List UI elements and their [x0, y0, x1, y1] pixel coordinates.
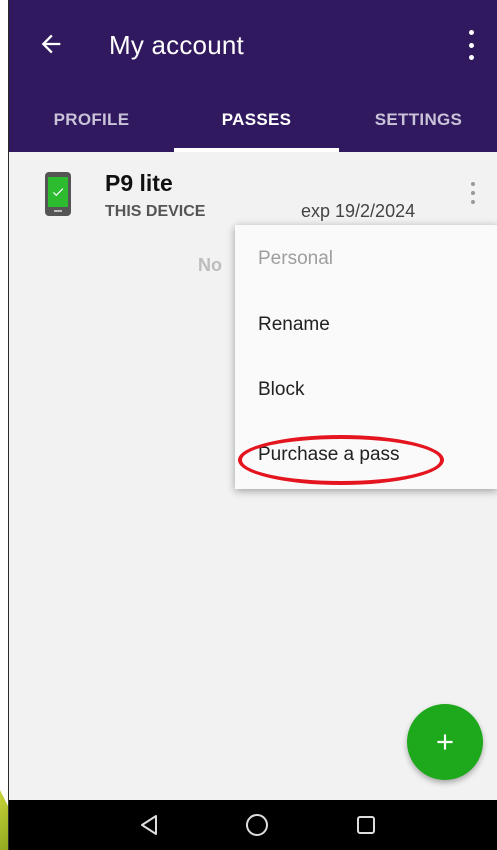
more-vertical-icon[interactable] [470, 182, 476, 204]
phone-screen: My account PROFILE PASSES SETTINGS P9 li… [8, 0, 497, 850]
device-pass-row[interactable]: P9 lite THIS DEVICE exp 19/2/2024 [9, 152, 497, 232]
tab-bar: PROFILE PASSES SETTINGS [9, 98, 497, 152]
menu-item-block[interactable]: Block [258, 379, 304, 401]
popup-menu: Personal Rename Block Purchase a pass [235, 225, 497, 489]
page-title: My account [109, 30, 244, 60]
app-bar: My account PROFILE PASSES SETTINGS [9, 0, 497, 152]
menu-item-personal: Personal [258, 248, 333, 269]
recent-square-icon[interactable] [354, 813, 378, 837]
system-nav-bar [9, 800, 497, 850]
menu-item-purchase-pass[interactable]: Purchase a pass [258, 444, 400, 466]
tab-passes[interactable]: PASSES [174, 98, 339, 152]
phone-check-icon [45, 172, 71, 216]
background-message: No [198, 255, 222, 275]
back-triangle-icon[interactable] [136, 812, 162, 838]
more-vertical-icon[interactable] [465, 30, 477, 60]
menu-item-rename[interactable]: Rename [258, 314, 330, 336]
tab-settings[interactable]: SETTINGS [339, 98, 497, 152]
arrow-left-icon[interactable] [35, 28, 67, 60]
device-name: P9 lite [105, 170, 173, 196]
add-fab-button[interactable] [407, 704, 483, 780]
plus-icon [437, 734, 453, 750]
pass-expiry: exp 19/2/2024 [301, 201, 416, 221]
device-subtitle: THIS DEVICE [105, 203, 206, 220]
tab-profile[interactable]: PROFILE [9, 98, 174, 152]
home-circle-icon[interactable] [244, 812, 270, 838]
